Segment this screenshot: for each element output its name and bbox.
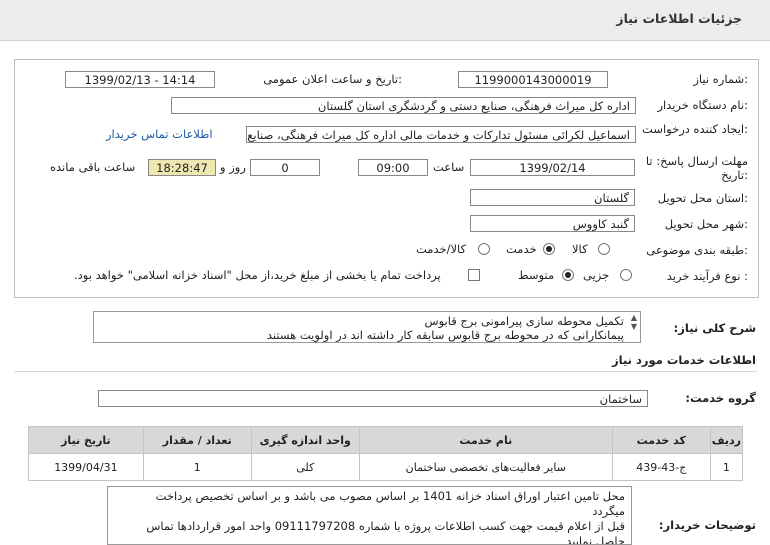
col-header-date: تاریخ نیاز: [28, 426, 144, 454]
remaining-time-field: 18:28:47: [148, 159, 216, 176]
category-label: طبقه بندی موضوعی:: [646, 243, 748, 257]
city-field: گنبد کاووس: [470, 215, 635, 232]
creator-label: ایجاد کننده درخواست:: [642, 122, 748, 136]
remaining-label: ساعت باقی مانده: [50, 160, 136, 174]
col-header-name: نام خدمت: [358, 426, 613, 454]
services-section-title: اطلاعات خدمات مورد نیاز: [612, 353, 756, 367]
description-line-2: پیمانکارانی که در محوطه برج قابوس سابقه …: [266, 328, 624, 342]
process-radio-medium[interactable]: [562, 269, 574, 281]
time-label: ساعت: [433, 160, 465, 174]
notes-line-2: میگردد: [592, 504, 625, 518]
creator-field: اسماعیل لکرائی مسئول تدارکات و خدمات مال…: [246, 126, 636, 143]
need-number-label: شماره نیاز:: [693, 72, 748, 86]
description-line-1: تکمیل محوطه سازی پیرامونی برج قابوس: [424, 314, 624, 328]
notes-line-3: قبل از اعلام قیمت جهت کسب اطلاعات پروژه …: [146, 519, 625, 533]
process-option-minor: جزیی: [583, 268, 610, 282]
treasury-payment-checkbox[interactable]: [468, 269, 480, 281]
province-field: گلستان: [470, 189, 635, 206]
col-header-code: کد خدمت: [611, 426, 711, 454]
description-label: شرح کلی نیاز:: [673, 321, 756, 335]
category-radio-service[interactable]: [543, 243, 555, 255]
cell-qty: 1: [142, 453, 252, 481]
need-number-field: 1199000143000019: [458, 71, 608, 88]
process-radio-minor[interactable]: [620, 269, 632, 281]
cell-date: 1399/04/31: [28, 453, 144, 481]
buyer-notes-label: توضیحات خریدار:: [658, 518, 756, 532]
services-table: ردیف کد خدمت نام خدمت واحد اندازه گیری ت…: [28, 426, 744, 481]
deadline-time-field: 09:00: [358, 159, 428, 176]
cell-code: ج-43-439: [611, 453, 711, 481]
col-header-row-num: ردیف: [709, 426, 744, 454]
buyer-label: نام دستگاه خریدار:: [657, 98, 748, 112]
days-label: روز و: [220, 160, 246, 174]
city-label: شهر محل تحویل:: [664, 217, 748, 231]
days-field: 0: [250, 159, 320, 176]
buyer-field: اداره کل میراث فرهنگی، صنایع دستی و گردش…: [171, 97, 636, 114]
deadline-label: مهلت ارسال پاسخ: تا تاریخ:: [645, 154, 748, 182]
process-option-medium: متوسط: [518, 268, 555, 282]
buyer-contact-link[interactable]: اطلاعات تماس خریدار: [106, 127, 213, 141]
announce-date-field: 1399/02/13 - 14:14: [65, 71, 215, 88]
category-radio-goods-service[interactable]: [478, 243, 490, 255]
category-option-service: خدمت: [506, 242, 537, 256]
table-row[interactable]: 1 ج-43-439 سایر فعالیت‌های تخصصی ساختمان…: [28, 453, 744, 481]
process-label: نوع فرآیند خرید :: [666, 269, 748, 283]
col-header-unit: واحد اندازه گیری: [250, 426, 360, 454]
title-bar: جزئیات اطلاعات نیاز: [0, 0, 770, 41]
notes-line-4: حاصل نمایید: [566, 534, 625, 545]
table-header-row: ردیف کد خدمت نام خدمت واحد اندازه گیری ت…: [28, 426, 744, 454]
buyer-notes-textarea[interactable]: محل تامین اعتبار اوراق اسناد خزانه 1401 …: [107, 486, 632, 545]
description-textarea[interactable]: تکمیل محوطه سازی پیرامونی برج قابوس پیما…: [93, 311, 641, 343]
page-title: جزئیات اطلاعات نیاز: [616, 11, 742, 26]
cell-unit: کلی: [250, 453, 360, 481]
announce-label: تاریخ و ساعت اعلان عمومی:: [263, 72, 402, 86]
cell-name: سایر فعالیت‌های تخصصی ساختمان: [358, 453, 613, 481]
notes-line-1: محل تامین اعتبار اوراق اسناد خزانه 1401 …: [155, 489, 625, 503]
category-radio-goods[interactable]: [598, 243, 610, 255]
col-header-qty: تعداد / مقدار: [142, 426, 252, 454]
service-group-field: ساختمان: [98, 390, 648, 407]
section-divider: [14, 371, 757, 372]
description-scroll-arrows[interactable]: ▲ ▼: [629, 313, 639, 341]
category-option-goods-service: کالا/خدمت: [416, 242, 467, 256]
deadline-date-field: 1399/02/14: [470, 159, 635, 176]
service-group-label: گروه خدمت:: [685, 391, 756, 405]
treasury-payment-note: پرداخت تمام یا بخشی از مبلغ خرید،از محل …: [74, 268, 441, 282]
cell-row-num: 1: [709, 453, 744, 481]
province-label: استان محل تحویل:: [657, 191, 748, 205]
category-option-goods: کالا: [572, 242, 588, 256]
